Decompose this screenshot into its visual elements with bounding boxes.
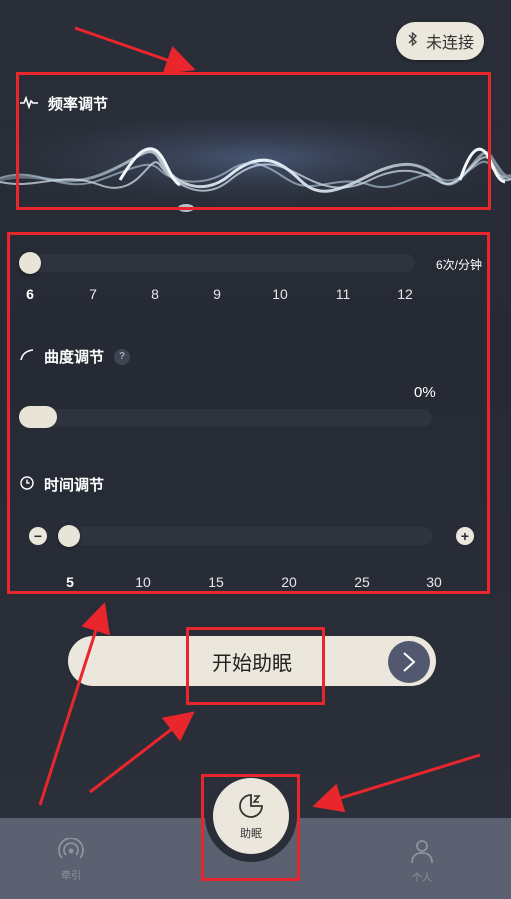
annotation-arrows [38, 26, 481, 813]
